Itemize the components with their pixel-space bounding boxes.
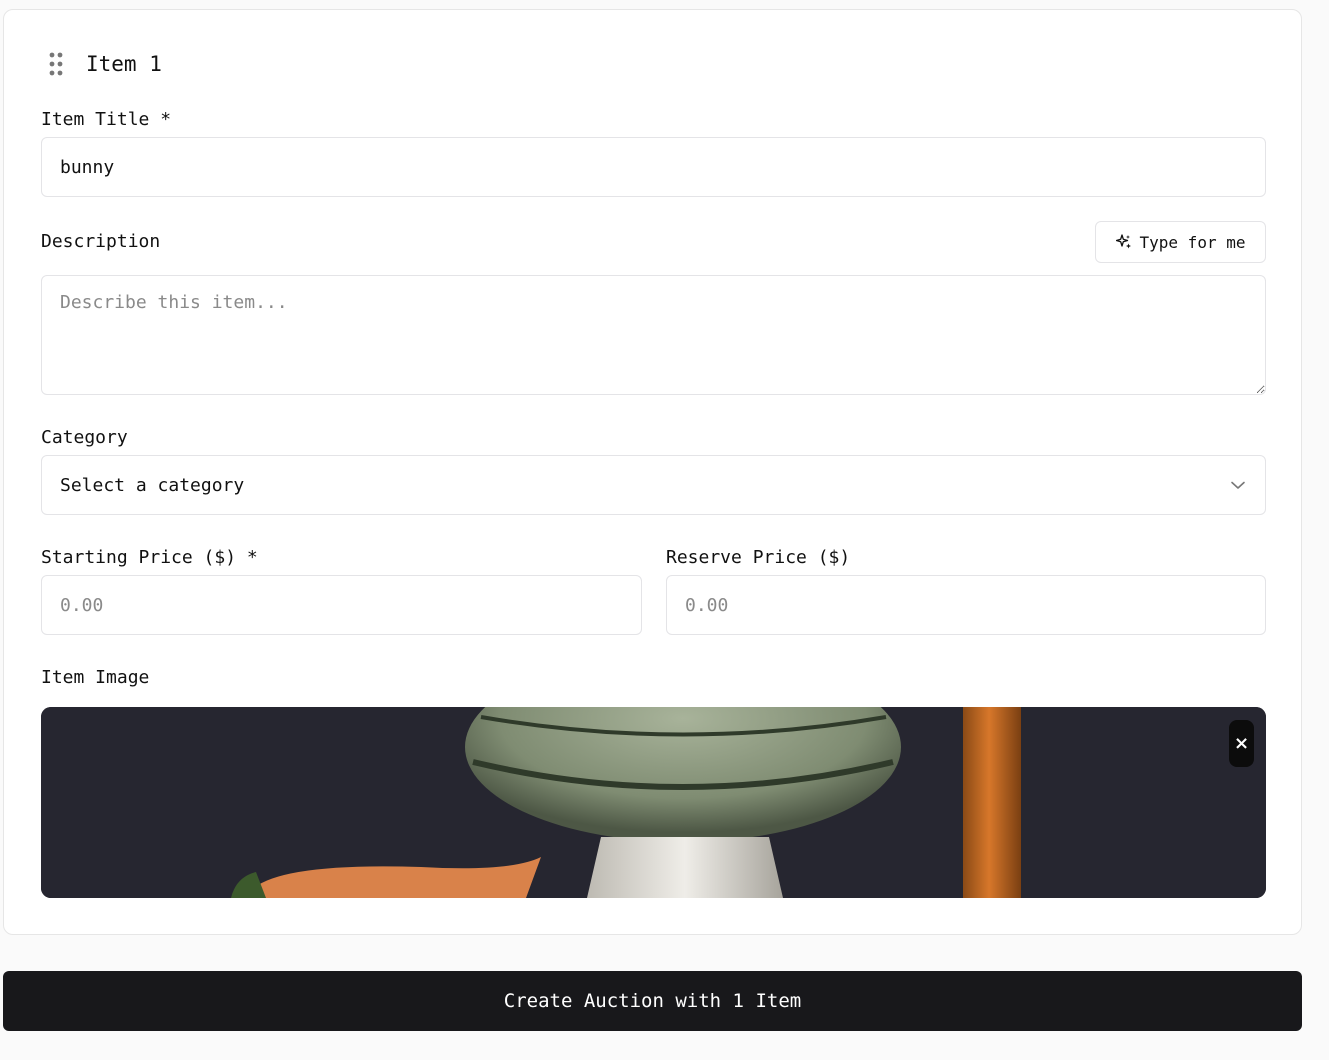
grip-vertical-icon[interactable]	[48, 52, 64, 76]
description-textarea[interactable]	[41, 275, 1266, 395]
item-title-label: Item Title *	[41, 109, 172, 130]
remove-image-button[interactable]: ×	[1229, 720, 1254, 767]
sparkles-icon	[1115, 234, 1131, 249]
type-for-me-button[interactable]: Type for me	[1095, 221, 1266, 263]
item-card: Item 1 Item Title * Description Type for…	[3, 9, 1302, 935]
create-auction-button[interactable]: Create Auction with 1 Item	[3, 971, 1302, 1031]
item-heading: Item 1	[86, 52, 162, 76]
description-label: Description	[41, 231, 161, 252]
chevron-down-icon	[1231, 481, 1245, 489]
type-for-me-label: Type for me	[1139, 232, 1246, 252]
item-title-input[interactable]	[41, 137, 1266, 197]
reserve-price-label: Reserve Price ($)	[666, 547, 851, 568]
category-select[interactable]: Select a category	[41, 455, 1266, 515]
starting-price-input[interactable]	[41, 575, 642, 635]
close-icon: ×	[1233, 733, 1250, 754]
reserve-price-input[interactable]	[666, 575, 1266, 635]
starting-price-label: Starting Price ($) *	[41, 547, 258, 568]
category-selected-value: Select a category	[60, 474, 245, 496]
item-image-preview: ×	[41, 707, 1266, 898]
uploaded-photo	[41, 707, 1266, 898]
item-header: Item 1	[48, 52, 162, 76]
category-label: Category	[41, 427, 128, 448]
item-image-label: Item Image	[41, 667, 150, 688]
